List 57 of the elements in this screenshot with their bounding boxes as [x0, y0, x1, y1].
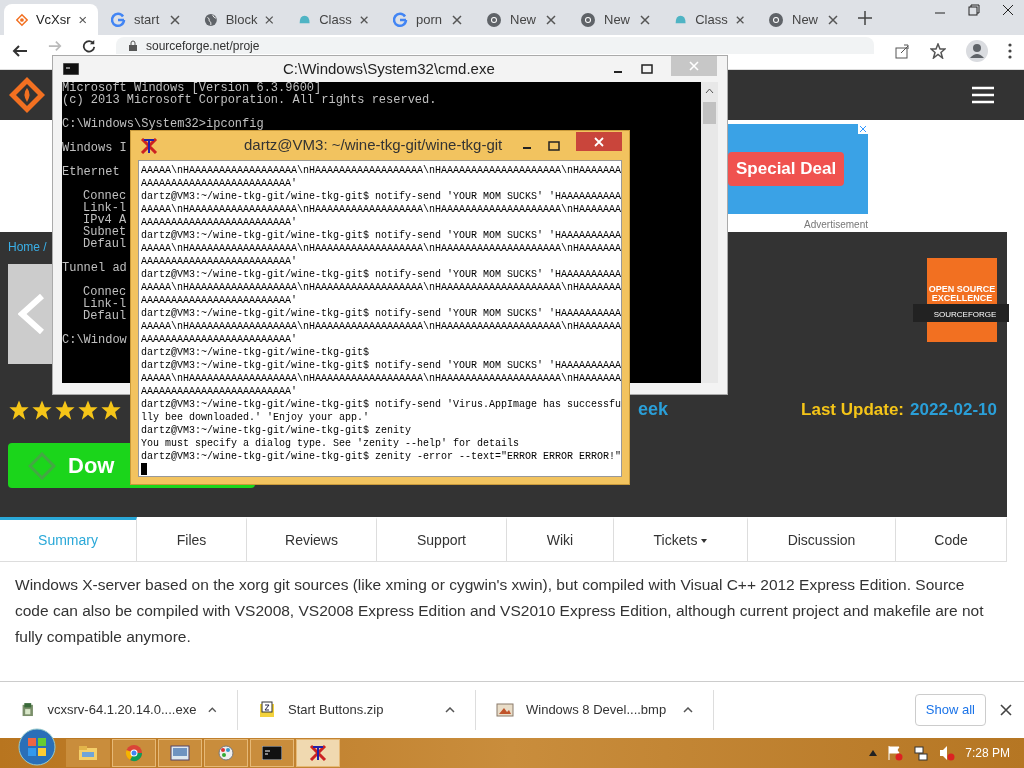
console-line: Ethernet — [62, 166, 120, 178]
console-line: C:\Windows\System32>ipconfig — [62, 118, 264, 130]
console-line: Connec — [83, 286, 127, 298]
project-description: Windows X-server based on the xorg git sources (like xming or cygwin's xwin), but compiled with Visual C++ 2012 Express Edition. Source code can also be compiled with VS2008, VS2008 Express Edition and VS2010 Express Edition, although current project and makefile are not fully compatible anymore. — [15, 575, 984, 647]
terminal-line: dartz@VM3:~/wine-tkg-git/wine-tkg-git$ notify-send 'YOUR MOM SUCKS' 'HAAAAAAAAAA — [141, 307, 622, 320]
terminal-line: AAAAAAAAAAAAAAAAAAAAAAAAA' — [141, 294, 298, 307]
terminal-line: AAAAAAAAAAAAAAAAAAAAAAAAA' — [141, 255, 298, 268]
window-title: C:\Windows\System32\cmd.exe — [283, 58, 495, 79]
console-line: Windows I — [62, 142, 127, 154]
file-name: vcxsrv-64.1.20.14.0....exe — [47, 701, 197, 720]
console-line: IPv4 A — [83, 214, 127, 226]
ad-label: Advertisement — [804, 218, 868, 232]
console-line: C:\Window — [62, 334, 127, 346]
window-title: dartz@VM3: ~/wine-tkg-git/wine-tkg-git — [244, 135, 503, 156]
console-line: Tunnel ad — [62, 262, 127, 274]
tab-title: VcXsr — [35, 10, 71, 29]
url-text: sourceforge.net/proje — [146, 38, 260, 53]
console-line: (c) 2013 Microsoft Corporation. All rights reserved. — [62, 94, 437, 106]
terminal-line: dartz@VM3:~/wine-tkg-git/wine-tkg-git$ — [141, 346, 370, 359]
console-line: Defaul — [83, 238, 127, 250]
terminal-line: dartz@VM3:~/wine-tkg-git/wine-tkg-git$ zenity — [141, 424, 412, 437]
tab-title: Class — [319, 10, 352, 29]
console-line: Microsoft Windows [Version 6.3.9600] — [62, 82, 322, 94]
tab-title: New — [604, 10, 630, 29]
tab-title: New — [792, 10, 818, 29]
terminal-line: lly bee downloaded.' 'Enjoy your app.' — [141, 411, 370, 424]
terminal-line: AAAAAAAAAAAAAAAAAAAAAAAAA' — [141, 177, 298, 190]
terminal-line: AAAAA\nHAAAAAAAAAAAAAAAAAA\nHAAAAAAAAAAAAAAAAAA\nHAAAAAAAAAAAAAAAAAAAA\nHAAAAAAA — [141, 372, 622, 385]
terminal-line: AAAAAAAAAAAAAAAAAAAAAAAAA' — [141, 385, 298, 398]
tab-title: Block — [225, 10, 258, 29]
terminal-line: AAAAAAAAAAAAAAAAAAAAAAAAA' — [141, 216, 298, 229]
tab-title: Class — [695, 10, 728, 29]
terminal-line: dartz@VM3:~/wine-tkg-git/wine-tkg-git$ notify-send 'Virus.AppImage has successfu — [141, 398, 622, 411]
terminal-line: AAAAA\nHAAAAAAAAAAAAAAAAAA\nHAAAAAAAAAAAAAAAAAA\nHAAAAAAAAAAAAAAAAAAAA\nHAAAAAAA — [141, 164, 622, 177]
last-update-date: 2022-02-10 — [910, 398, 997, 421]
console-line: Link-l — [83, 202, 127, 214]
terminal-line: AAAAA\nHAAAAAAAAAAAAAAAAAA\nHAAAAAAAAAAAAAAAAAA\nHAAAAAAAAAAAAAAAAAAAA\nHAAAAAAA — [141, 281, 622, 294]
terminal-line: AAAAA\nHAAAAAAAAAAAAAAAAAA\nHAAAAAAAAAAAAAAAAAA\nHAAAAAAAAAAAAAAAAAAAA\nHAAAAAAA — [141, 242, 622, 255]
terminal-line: dartz@VM3:~/wine-tkg-git/wine-tkg-git$ notify-send 'YOUR MOM SUCKS' 'HAAAAAAAAAA — [141, 359, 622, 372]
last-update-label: Last Update: — [801, 398, 905, 421]
console-line: Defaul — [83, 310, 127, 322]
tab-title: porn — [416, 10, 443, 29]
terminal-line: AAAAAAAAAAAAAAAAAAAAAAAAA' — [141, 333, 298, 346]
tab-title: start — [134, 10, 160, 29]
terminal-line: dartz@VM3:~/wine-tkg-git/wine-tkg-git$ notify-send 'YOUR MOM SUCKS' 'HAAAAAAAAAA — [141, 190, 622, 203]
file-name: Start Buttons.zip — [288, 701, 384, 720]
console-line: Connec — [83, 190, 127, 202]
terminal-line: You must specify a dialog type. See 'zenity --help' for details — [141, 437, 520, 450]
terminal-line: dartz@VM3:~/wine-tkg-git/wine-tkg-git$ zenity -error --text="ERROR ERROR ERROR!" — [141, 450, 622, 463]
terminal-line: dartz@VM3:~/wine-tkg-git/wine-tkg-git$ notify-send 'YOUR MOM SUCKS' 'HAAAAAAAAAA — [141, 229, 622, 242]
tab-title: New — [510, 10, 536, 29]
terminal-line: AAAAA\nHAAAAAAAAAAAAAAAAAA\nHAAAAAAAAAAAAAAAAAA\nHAAAAAAAAAAAAAAAAAAAA\nHAAAAAAA — [141, 203, 622, 216]
console-line: Link-l — [83, 298, 127, 310]
file-name: Windows 8 Devel....bmp — [526, 701, 667, 720]
terminal-line: dartz@VM3:~/wine-tkg-git/wine-tkg-git$ notify-send 'YOUR MOM SUCKS' 'HAAAAAAAAAA — [141, 268, 622, 281]
terminal-line: AAAAA\nHAAAAAAAAAAAAAAAAAA\nHAAAAAAAAAAAAAAAAAA\nHAAAAAAAAAAAAAAAAAAAA\nHAAAAAAA — [141, 320, 622, 333]
console-line: Subnet — [83, 226, 127, 238]
